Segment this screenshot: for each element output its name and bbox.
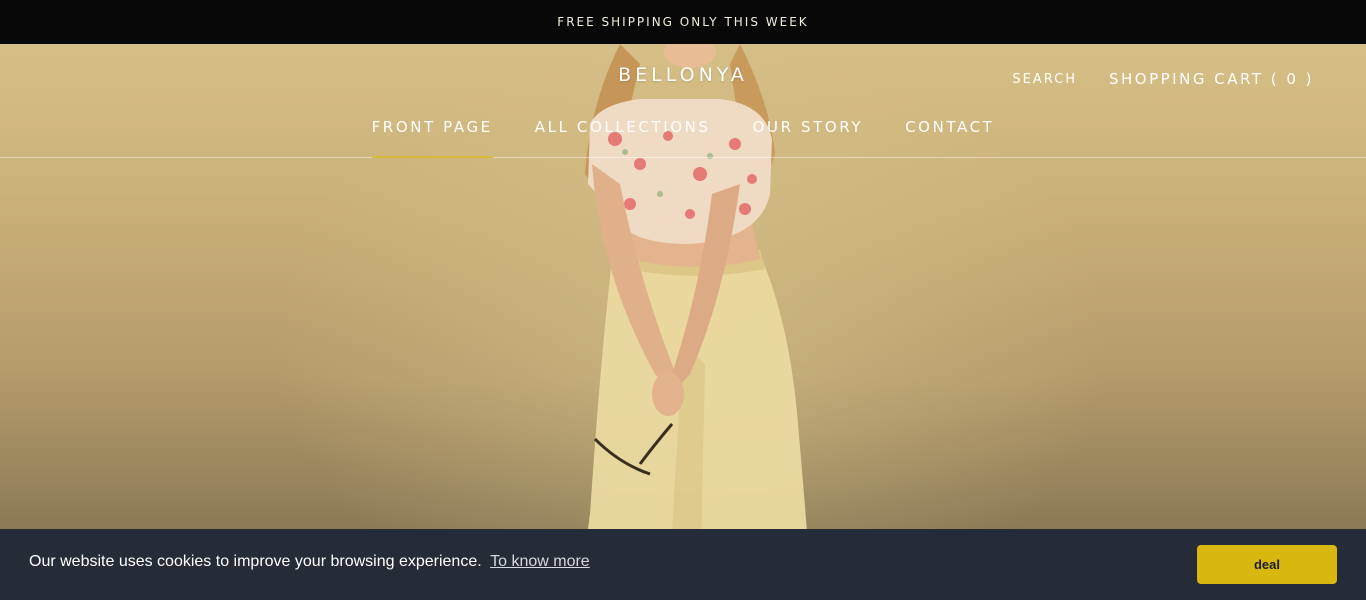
cookie-message-wrapper: Our website uses cookies to improve your…: [29, 553, 590, 571]
shopping-cart-link[interactable]: SHOPPING CART ( 0 ): [1109, 70, 1314, 88]
cookie-accept-button[interactable]: deal: [1197, 545, 1337, 584]
header-utilities: SEARCH SHOPPING CART ( 0 ): [1012, 70, 1314, 88]
nav-item-our-story[interactable]: OUR STORY: [732, 117, 885, 157]
cookie-message: Our website uses cookies to improve your…: [29, 553, 482, 570]
main-nav: FRONT PAGE ALL COLLECTIONS OUR STORY CON…: [0, 117, 1366, 158]
cookie-banner: Our website uses cookies to improve your…: [0, 529, 1366, 600]
announcement-bar: FREE SHIPPING ONLY THIS WEEK: [0, 0, 1366, 44]
site-header: BELLONYA SEARCH SHOPPING CART ( 0 ) FRON…: [0, 44, 1366, 158]
nav-item-front-page[interactable]: FRONT PAGE: [351, 117, 514, 158]
nav-item-all-collections[interactable]: ALL COLLECTIONS: [514, 117, 732, 157]
cookie-learn-more-link[interactable]: To know more: [490, 553, 590, 570]
nav-item-contact[interactable]: CONTACT: [884, 117, 1015, 157]
search-link[interactable]: SEARCH: [1012, 72, 1077, 87]
announcement-text: FREE SHIPPING ONLY THIS WEEK: [557, 15, 809, 29]
